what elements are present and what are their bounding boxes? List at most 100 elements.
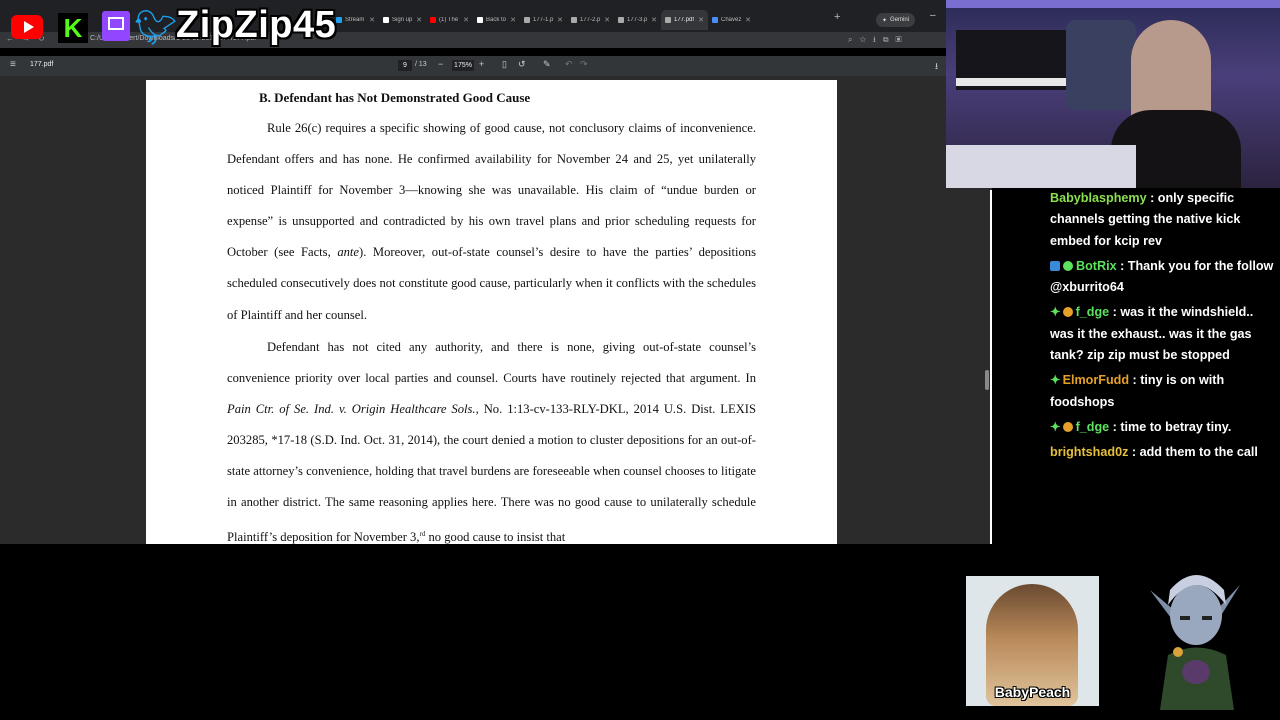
page-number-input[interactable]: 9 (398, 60, 412, 71)
webcam-feed (946, 0, 1280, 188)
tab-favicon-icon (712, 17, 718, 23)
page-total: / 13 (415, 61, 427, 68)
new-tab-button[interactable]: + (834, 11, 840, 23)
section-heading: B. Defendant has Not Demonstrated Good C… (259, 90, 531, 105)
chat-username[interactable]: f_dge (1076, 305, 1110, 319)
para1-text: Rule 26(c) requires a specific showing o… (227, 121, 756, 260)
guest-card: BabyPeach (966, 576, 1099, 706)
tab-title: 177-1.p (533, 17, 554, 23)
chat-message: Babyblasphemy : only specific channels g… (1050, 188, 1280, 252)
browser-tab[interactable]: Chavez ✕ (708, 10, 755, 30)
desk (946, 145, 1136, 188)
tab-favicon-icon (477, 17, 483, 23)
chat-message: ✦ f_dge : was it the windshield.. was it … (1050, 302, 1280, 366)
pdf-viewer[interactable]: B. Defendant has Not Demonstrated Good C… (0, 76, 992, 544)
twitter-bird-icon: 🐦︎ (134, 9, 178, 47)
chair (1066, 20, 1136, 110)
tab-favicon-icon (336, 17, 342, 23)
chat-message: ✦ f_dge : time to betray tiny. (1050, 417, 1280, 438)
sub-badge-icon (1062, 421, 1073, 432)
close-tab-icon[interactable]: ✕ (745, 16, 751, 24)
chat-message: BotRix : Thank you for the follow @xburr… (1050, 256, 1280, 299)
close-tab-icon[interactable]: ✕ (369, 16, 375, 24)
close-tab-icon[interactable]: ✕ (510, 16, 516, 24)
led-light (946, 0, 1280, 8)
chat-text: : time to betray tiny. (1109, 419, 1232, 434)
tab-title: Chavez (721, 17, 742, 23)
draw-icon[interactable]: ✎ (543, 59, 551, 70)
chat-message: ✦ ElmorFudd : tiny is on with foodshops (1050, 370, 1280, 413)
tab-title: Back to (486, 17, 507, 23)
browser-tab[interactable]: Stream ✕ (332, 10, 379, 30)
browser-tab[interactable]: 177-1.p ✕ (520, 10, 567, 30)
bot-badge-icon (1050, 260, 1060, 271)
chat-username[interactable]: brightshad0z (1050, 445, 1128, 459)
para1-italic: ante (337, 245, 359, 260)
close-tab-icon[interactable]: ✕ (416, 16, 422, 24)
download-icon[interactable]: ⭳ (873, 35, 883, 44)
scroll-thumb[interactable] (985, 370, 989, 390)
zoom-out-button[interactable]: − (438, 59, 443, 69)
rotate-icon[interactable]: ↺ (518, 59, 526, 70)
zoom-icon[interactable]: ⌕ (848, 35, 859, 44)
gemini-button[interactable]: ✦ Gemini (876, 13, 916, 27)
guest-name: BabyPeach (994, 684, 1071, 700)
bookmark-star-icon[interactable]: ☆ (859, 35, 873, 44)
pdf-file-name: 177.pdf (30, 61, 54, 68)
para2-end: no good cause to insist that (425, 529, 566, 544)
zoom-level-input[interactable]: 175% (452, 60, 474, 71)
browser-tab[interactable]: 177-3.p ✕ (614, 10, 661, 30)
chat-username[interactable]: BotRix (1076, 259, 1117, 273)
browser-tab[interactable]: (1) The ✕ (426, 10, 473, 30)
streamer-name: ZipZip45 (176, 4, 337, 46)
tab-favicon-icon (383, 17, 389, 23)
browser-tab[interactable]: Sign up ✕ (379, 10, 426, 30)
pdf-download-icon[interactable]: ⭳ (935, 59, 938, 75)
tab-strip: Stream ✕ Sign up ✕ (1) The ✕ Back to ✕ 177-1.p ✕ 1… (332, 10, 755, 30)
close-tab-icon[interactable]: ✕ (463, 16, 469, 24)
sub-badge-icon (1062, 307, 1073, 318)
gem-badge-icon: ✦ (1050, 305, 1061, 320)
chat-panel: Babyblasphemy : only specific channels g… (1044, 188, 1280, 468)
redo-icon[interactable]: ↷ (580, 59, 588, 70)
close-tab-icon[interactable]: ✕ (557, 16, 563, 24)
chat-username[interactable]: f_dge (1076, 420, 1110, 434)
tab-title: 177-3.p (627, 17, 648, 23)
browser-tab[interactable]: Back to ✕ (473, 10, 520, 30)
tab-title: (1) The (439, 17, 459, 23)
extensions-icon[interactable]: ⧉ (883, 35, 896, 44)
tab-title: Sign up (392, 17, 413, 23)
twitch-glyph-icon (108, 17, 124, 30)
tab-favicon-icon (571, 17, 577, 23)
menu-icon[interactable]: ≡ (10, 59, 16, 70)
browser-tab[interactable]: 177.pdf ✕ (661, 10, 708, 30)
close-tab-icon[interactable]: ✕ (698, 16, 704, 24)
tab-title: 177.pdf (674, 17, 695, 23)
minimize-window-button[interactable]: – (930, 10, 936, 21)
chat-username[interactable]: Babyblasphemy (1050, 191, 1147, 205)
chat-message: brightshad0z : add them to the call (1050, 442, 1280, 463)
piano-keys (956, 78, 1066, 86)
para2-mid: , No. 1:13-cv-133-RLY-DKL, 2014 U.S. Dis… (227, 402, 756, 544)
browser-tab[interactable]: 177-2.p ✕ (567, 10, 614, 30)
tab-title: 177-2.p (580, 17, 601, 23)
chat-text: : add them to the call (1128, 445, 1258, 460)
case-citation: Pain Ctr. of Se. Ind. v. Origin Healthca… (227, 402, 476, 417)
close-tab-icon[interactable]: ✕ (604, 16, 610, 24)
kick-logo: K (58, 13, 88, 43)
undo-icon[interactable]: ↶ (565, 59, 573, 70)
overlay-divider (990, 190, 992, 544)
close-tab-icon[interactable]: ✕ (651, 16, 657, 24)
para2-start: Defendant has not cited any authority, a… (227, 340, 756, 386)
chat-username[interactable]: ElmorFudd (1063, 373, 1129, 387)
tab-title: Stream (345, 17, 365, 23)
play-icon (24, 21, 34, 33)
tab-favicon-icon (430, 17, 436, 23)
fit-page-icon[interactable]: ▯ (502, 59, 507, 70)
gem-badge-icon: ✦ (1050, 373, 1061, 388)
sidepanel-icon[interactable]: ▣ (896, 35, 909, 44)
zoom-in-button[interactable]: + (479, 59, 484, 69)
verified-badge-icon (1063, 260, 1073, 271)
pdf-toolbar: ≡ 177.pdf 9 / 13 − 175% + ▯ ↺ ✎ ↶ ↷ ⭳ (0, 56, 946, 76)
tab-favicon-icon (618, 17, 624, 23)
